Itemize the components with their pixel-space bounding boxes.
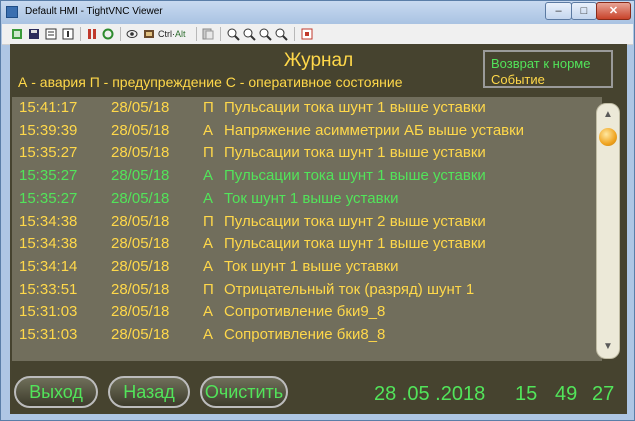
- row-type: А: [203, 167, 214, 185]
- row-message: Пульсации тока шунт 1 выше уставки: [224, 144, 486, 162]
- scroll-up-icon[interactable]: ▲: [597, 108, 619, 122]
- row-message: Пульсации тока шунт 1 выше уставки: [224, 235, 486, 253]
- row-type: А: [203, 326, 214, 343]
- row-message: Пульсации тока шунт 1 выше уставки: [224, 99, 486, 116]
- row-type: П: [203, 99, 214, 116]
- row-type: А: [203, 257, 214, 275]
- row-time: 15:35:27: [19, 144, 78, 162]
- maximize-button[interactable]: □: [571, 2, 597, 20]
- clock-date: 28 .05 .2018: [374, 383, 486, 405]
- ctrl-alt-del-button[interactable]: Ctrl·Alt: [158, 27, 186, 41]
- zoom-out-icon[interactable]: [242, 27, 256, 41]
- row-type: П: [203, 280, 214, 298]
- row-date: 28/05/18: [111, 326, 170, 343]
- close-button[interactable]: ✕: [596, 2, 631, 20]
- row-date: 28/05/18: [111, 167, 170, 185]
- row-message: Пульсации тока шунт 2 выше уставки: [224, 212, 486, 230]
- transfer-icon[interactable]: [142, 27, 156, 41]
- back-button[interactable]: Назад: [108, 376, 190, 408]
- row-date: 28/05/18: [111, 121, 170, 139]
- row-message: Отрицательный ток (разряд) шунт 1: [224, 280, 475, 298]
- row-message: Пульсации тока шунт 1 выше уставки: [224, 167, 486, 185]
- row-date: 28/05/18: [111, 303, 170, 321]
- clock-hours: 15: [515, 383, 538, 405]
- row-type: П: [203, 144, 214, 162]
- row-type: П: [203, 212, 214, 230]
- status-event-label: Событие: [491, 72, 545, 87]
- row-type: А: [203, 303, 214, 321]
- row-date: 28/05/18: [111, 280, 170, 298]
- log-scrollbar[interactable]: ▲ ▼: [596, 103, 620, 359]
- fullscreen-icon[interactable]: [300, 27, 314, 41]
- zoom-normal-icon[interactable]: [258, 27, 272, 41]
- row-date: 28/05/18: [111, 99, 170, 116]
- options-icon[interactable]: [44, 27, 58, 41]
- journal-header: Журнал А - авария П - предупреждение С -…: [10, 44, 627, 92]
- row-message: Сопротивление бки9_8: [224, 303, 386, 321]
- row-time: 15:34:14: [19, 257, 78, 275]
- row-time: 15:34:38: [19, 235, 78, 253]
- vnc-window: Default HMI - TightVNC Viewer – □ ✕ Ctrl…: [0, 0, 635, 421]
- pause-icon[interactable]: [85, 27, 99, 41]
- row-time: 15:39:39: [19, 121, 78, 139]
- clear-button[interactable]: Очистить: [200, 376, 288, 408]
- zoom-in-icon[interactable]: [226, 27, 240, 41]
- hmi-screen: Журнал А - авария П - предупреждение С -…: [10, 44, 627, 414]
- save-icon[interactable]: [27, 27, 41, 41]
- status-normal-label: Возврат к норме: [491, 56, 591, 71]
- new-connection-icon[interactable]: [10, 27, 24, 41]
- status-legend-box: Возврат к норме Событие: [483, 50, 613, 88]
- row-date: 28/05/18: [111, 235, 170, 253]
- journal-legend: А - авария П - предупреждение С - операт…: [18, 74, 403, 90]
- row-time: 15:41:17: [19, 99, 78, 116]
- scroll-thumb[interactable]: [599, 128, 617, 146]
- exit-button[interactable]: Выход: [14, 376, 98, 408]
- row-type: А: [203, 189, 214, 207]
- row-time: 15:31:03: [19, 326, 78, 343]
- info-icon[interactable]: [61, 27, 75, 41]
- row-time: 15:31:03: [19, 303, 78, 321]
- row-time: 15:35:27: [19, 167, 78, 185]
- scroll-down-icon[interactable]: ▼: [597, 340, 619, 354]
- row-message: Ток шунт 1 выше уставки: [224, 257, 399, 275]
- window-title: Default HMI - TightVNC Viewer: [25, 6, 163, 17]
- row-date: 28/05/18: [111, 144, 170, 162]
- toolbar: Ctrl·Alt: [2, 24, 633, 45]
- row-date: 28/05/18: [111, 257, 170, 275]
- refresh-icon[interactable]: [101, 27, 115, 41]
- view-only-icon[interactable]: [125, 27, 139, 41]
- row-type: А: [203, 121, 214, 139]
- row-time: 15:33:51: [19, 280, 78, 298]
- row-message: Сопротивление бки8_8: [224, 326, 386, 343]
- minimize-button[interactable]: –: [545, 2, 572, 20]
- row-date: 28/05/18: [111, 212, 170, 230]
- clipboard-icon[interactable]: [201, 27, 215, 41]
- title-bar[interactable]: Default HMI - TightVNC Viewer – □ ✕: [1, 1, 634, 24]
- app-icon: [6, 6, 18, 18]
- row-time: 15:34:38: [19, 212, 78, 230]
- row-message: Ток шунт 1 выше уставки: [224, 189, 399, 207]
- row-date: 28/05/18: [111, 189, 170, 207]
- row-time: 15:35:27: [19, 189, 78, 207]
- clock-seconds: 27: [592, 383, 615, 405]
- row-message: Напряжение асимметрии АБ выше уставки: [224, 121, 525, 139]
- clock-minutes: 49: [555, 383, 578, 405]
- zoom-fit-icon[interactable]: [274, 27, 288, 41]
- journal-log[interactable]: 15:41:17 28/05/18 П Пульсации тока шунт 1 в…: [12, 97, 602, 361]
- row-type: А: [203, 235, 214, 253]
